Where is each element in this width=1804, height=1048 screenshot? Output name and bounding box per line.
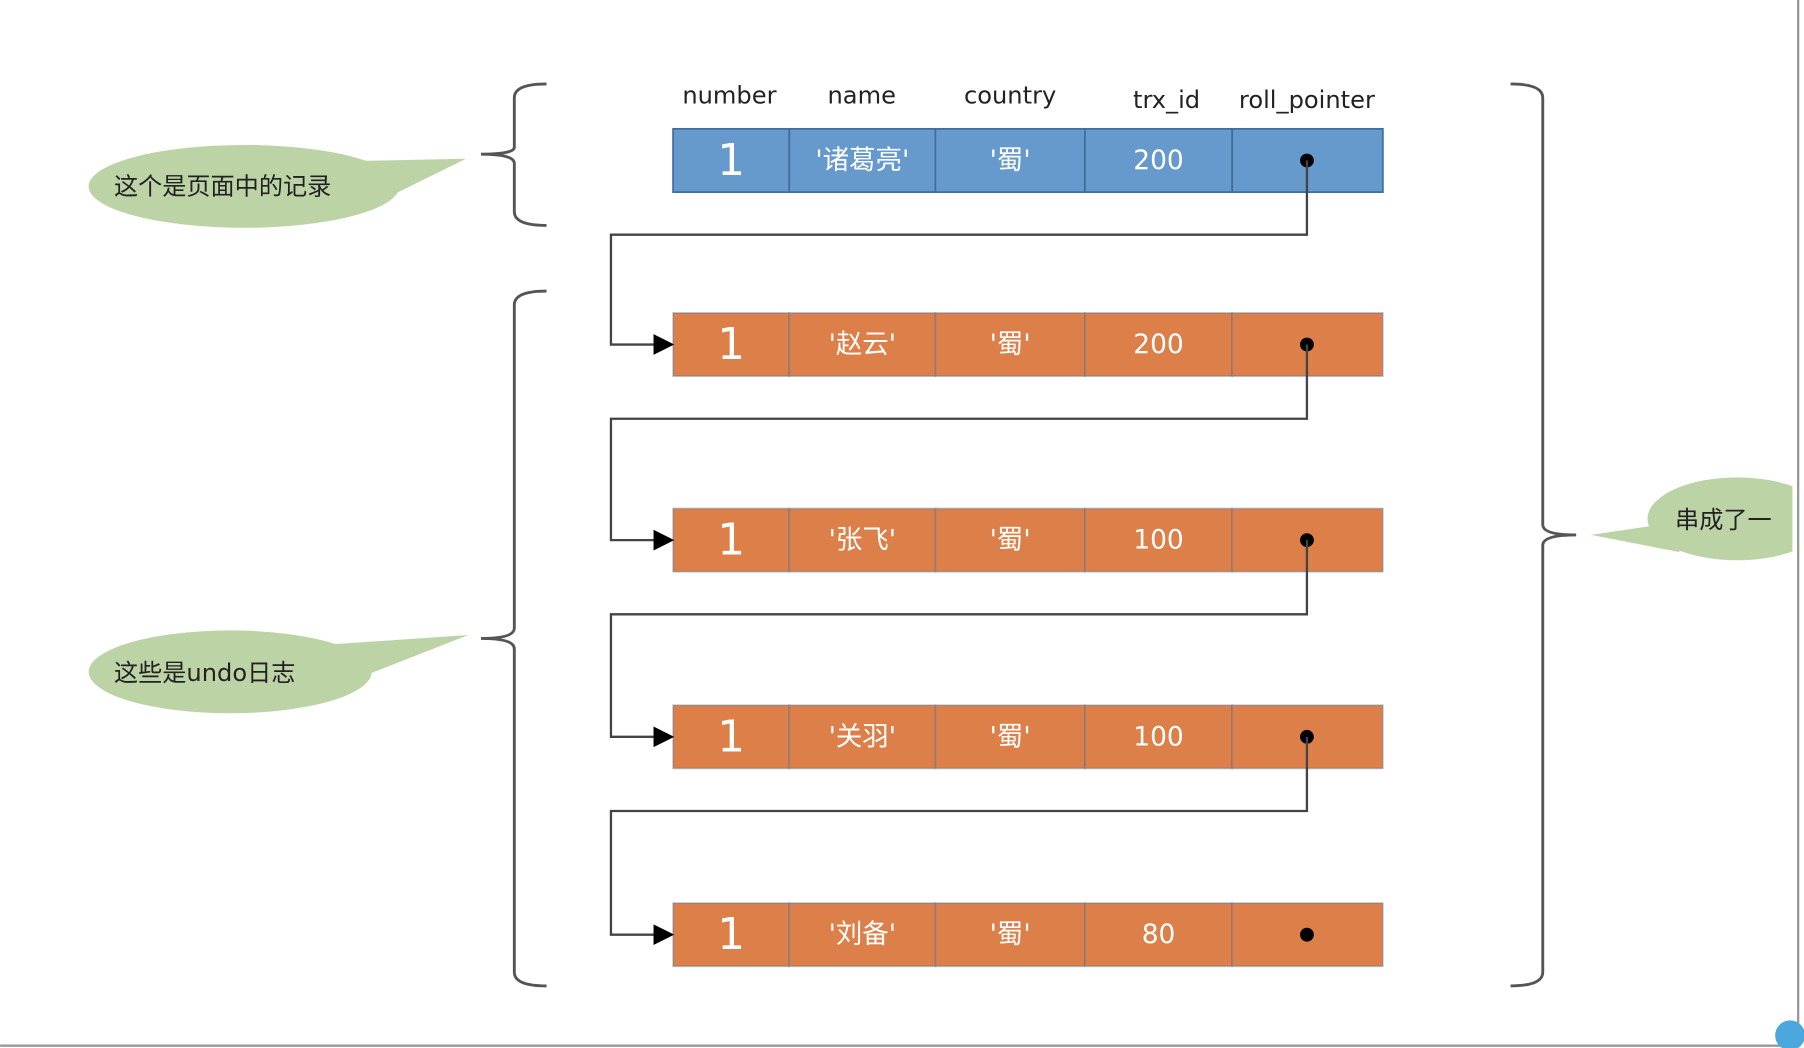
version-chain-diagram: number name country trx_id roll_pointer … <box>0 0 1804 1048</box>
header-trx-id: trx_id <box>1133 86 1200 114</box>
header-roll-pointer: roll_pointer <box>1239 86 1375 114</box>
callout-chain-text: 串成了一 <box>1675 506 1772 534</box>
brace-undo-log <box>480 289 547 988</box>
arrow-head-icon <box>653 334 675 355</box>
undo-record-row: 1 '张飞' '蜀' 100 <box>672 507 1384 573</box>
cell-name-text: '刘备' <box>829 919 896 950</box>
cell-name-text: '关羽' <box>829 721 896 752</box>
header-country: country <box>964 82 1056 110</box>
cell-name-text: '赵云' <box>829 329 896 360</box>
brace-chain <box>1510 82 1577 988</box>
arrow-head-icon <box>653 529 675 551</box>
undo-record-row: 1 '赵云' '蜀' 200 <box>672 312 1384 378</box>
floating-action-button[interactable] <box>1775 1020 1804 1048</box>
cell-name-text: '诸葛亮' <box>815 145 909 176</box>
column-headers: number name country trx_id roll_pointer <box>682 82 1375 115</box>
cell-trx_id-text: 100 <box>1133 525 1183 556</box>
arrow-head-icon <box>653 726 675 748</box>
callout-page-record: 这个是页面中的记录 <box>88 144 467 228</box>
callout-page-record-text: 这个是页面中的记录 <box>114 172 331 200</box>
callout-undo-log: 这些是undo日志 <box>88 630 469 714</box>
cell-country-text: '蜀' <box>990 145 1031 176</box>
cell-trx_id-text: 80 <box>1142 919 1176 950</box>
cell-number-text: 1 <box>717 909 745 960</box>
brace-page-record <box>480 82 547 227</box>
header-number: number <box>682 82 776 110</box>
cell-country-text: '蜀' <box>990 721 1031 752</box>
undo-record-row: 1 '关羽' '蜀' 100 <box>672 704 1384 770</box>
arrow-head-icon <box>653 924 675 946</box>
cell-country-text: '蜀' <box>990 329 1031 360</box>
cell-number-text: 1 <box>717 711 745 762</box>
cell-country-text: '蜀' <box>990 525 1031 556</box>
cell-trx_id-text: 200 <box>1133 329 1183 360</box>
cell-number-text: 1 <box>717 135 745 186</box>
current-record-row: 1 '诸葛亮' '蜀' 200 <box>672 127 1384 193</box>
cell-number-text: 1 <box>717 515 745 566</box>
undo-record-row: 1 '刘备' '蜀' 80 <box>672 902 1384 968</box>
cell-country-text: '蜀' <box>990 919 1031 950</box>
cell-trx_id-text: 100 <box>1133 721 1183 752</box>
callout-chain: 串成了一 <box>1591 477 1804 561</box>
cell-trx_id-text: 200 <box>1133 145 1183 176</box>
cell-number-text: 1 <box>717 319 745 370</box>
callout-undo-log-text: 这些是undo日志 <box>114 659 295 687</box>
roll-pointer-dot <box>1300 927 1314 942</box>
cell-name-text: '张飞' <box>829 525 896 556</box>
header-name: name <box>828 82 896 110</box>
